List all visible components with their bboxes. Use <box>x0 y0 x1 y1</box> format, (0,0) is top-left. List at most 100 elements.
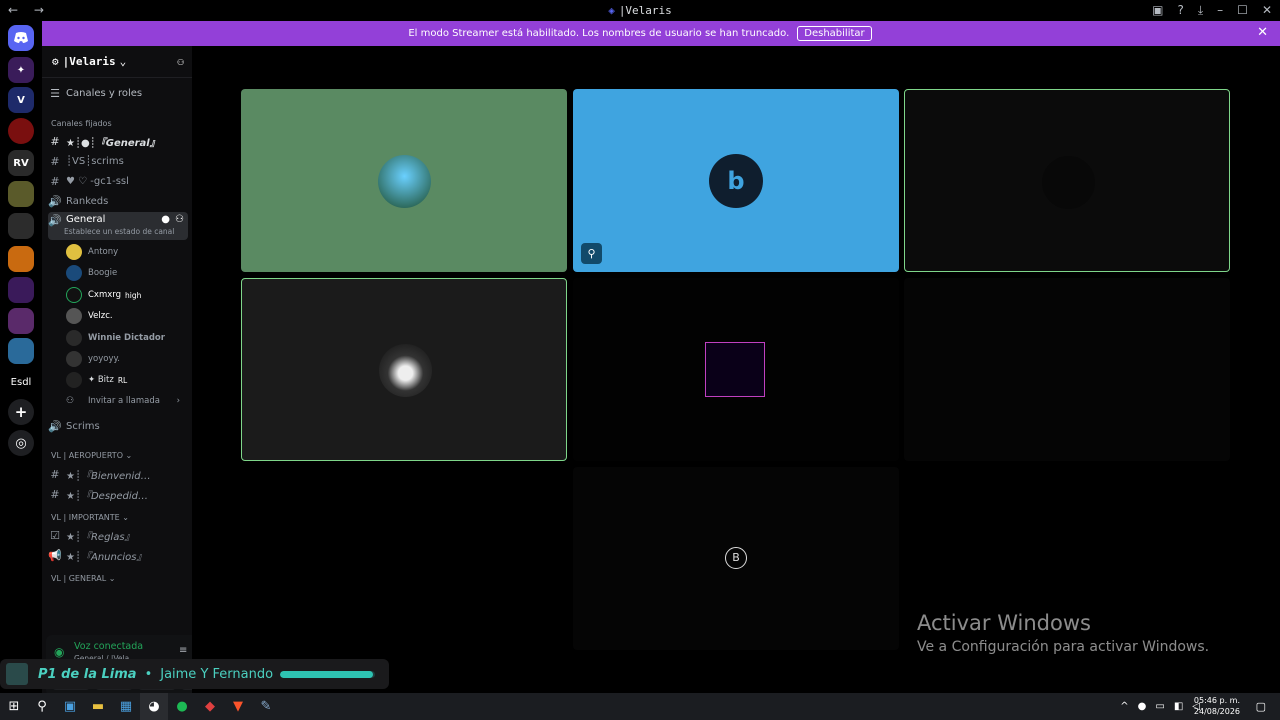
server-icon[interactable] <box>8 118 34 144</box>
channel-scrims-voice[interactable]: 🔊 Scrims <box>48 417 188 435</box>
voice-user[interactable]: yoyoyy. <box>66 350 184 368</box>
battery-icon[interactable]: ▭ <box>1155 701 1164 712</box>
server-icon[interactable] <box>8 181 34 207</box>
pinned-channels-header: Canales fijados <box>51 119 112 128</box>
category-general[interactable]: VL | GENERAL ⌄ <box>51 574 115 583</box>
user-name: Velzc. <box>88 311 113 321</box>
notifications-icon[interactable]: ▢ <box>1256 700 1266 713</box>
server-icon[interactable] <box>8 277 34 303</box>
participant-tile[interactable] <box>241 89 567 272</box>
participant-tile[interactable] <box>904 278 1230 461</box>
discord-home-icon[interactable] <box>8 25 34 51</box>
voice-user[interactable]: Velzc. <box>66 307 184 325</box>
avatar <box>1042 156 1095 209</box>
stream-icon[interactable]: ⚲ <box>581 243 602 264</box>
user-name: yoyoyy. <box>88 354 121 364</box>
taskbar-app-icon[interactable]: ▣ <box>56 693 84 720</box>
song-title: P1 de la Lima <box>38 666 137 682</box>
voice-user[interactable]: Antony <box>66 243 184 261</box>
server-header[interactable]: ⚙ |Velaris ⌄ ⚇ <box>42 46 192 78</box>
server-icon[interactable] <box>8 213 34 239</box>
inbox-icon[interactable]: ▣ <box>1152 3 1163 18</box>
channel-scrims[interactable]: # ┊VS┊scrims <box>48 152 188 170</box>
server-icon[interactable] <box>8 338 34 364</box>
channel-name: ┊VS┊scrims <box>66 155 124 167</box>
voice-user[interactable]: Boogie <box>66 264 184 282</box>
maximize-button[interactable]: ☐ <box>1237 3 1248 18</box>
taskbar-app-icon[interactable]: ◆ <box>196 693 224 720</box>
window-controls: ▣ ? ⤓ – ☐ ✕ <box>1152 3 1272 18</box>
add-server-icon[interactable]: + <box>8 399 34 425</box>
minimize-button[interactable]: – <box>1217 3 1223 18</box>
chevron-up-icon[interactable]: ^ <box>1120 701 1128 712</box>
channel-status[interactable]: Establece un estado de canal <box>64 227 174 236</box>
channel-gc1-ssl[interactable]: # ♥ ♡ -gc1-ssl <box>48 172 188 190</box>
avatar <box>705 342 765 397</box>
nav-arrows[interactable]: ← → <box>8 3 50 17</box>
add-user-icon[interactable]: ⚇ <box>175 214 184 225</box>
brave-icon[interactable]: ▼ <box>224 693 252 720</box>
category-aeropuerto[interactable]: VL | AEROPUERTO ⌄ <box>51 451 132 460</box>
channel-name: ♥ ♡ -gc1-ssl <box>66 175 129 187</box>
song-artist: Jaime Y Fernando <box>160 666 274 682</box>
now-playing-overlay[interactable]: P1 de la Lima • Jaime Y Fernando <box>0 659 389 689</box>
banner-close-icon[interactable]: ✕ <box>1257 25 1268 40</box>
server-icon[interactable]: RV <box>8 150 34 176</box>
voice-user[interactable]: Winnie Dictador <box>66 329 184 347</box>
channel-bienvenida[interactable]: # ★┊『Bienvenid… <box>48 465 188 483</box>
close-button[interactable]: ✕ <box>1262 3 1272 18</box>
voice-user[interactable]: Cxmxrg high <box>66 286 184 304</box>
user-name: Cxmxrg <box>88 290 122 300</box>
search-icon[interactable]: ⚲ <box>28 693 56 720</box>
add-member-icon[interactable]: ⚇ <box>177 55 184 68</box>
participant-tile[interactable] <box>241 278 567 461</box>
channels-roles-link[interactable]: ☰ Canales y roles <box>48 84 188 102</box>
start-button[interactable]: ⊞ <box>0 693 28 720</box>
invite-to-call[interactable]: ⚇ Invitar a llamada › <box>66 392 184 410</box>
windows-taskbar: ⊞ ⚲ ▣ ▬ ▦ ◕ ● ◆ ▼ ✎ ^ ● ▭ ◧ ◁ 05:46 p. m… <box>0 693 1280 720</box>
discord-taskbar-icon[interactable]: ◕ <box>140 693 168 720</box>
channel-general-text[interactable]: # ★┊●┊『General』 <box>48 132 188 150</box>
download-icon[interactable]: ⤓ <box>1198 3 1203 18</box>
participant-tile-speaking[interactable]: b ⚲ <box>573 89 899 272</box>
server-emoji-icon: ◈ <box>608 4 615 17</box>
user-name: Antony <box>88 247 119 257</box>
help-icon[interactable]: ? <box>1177 3 1183 18</box>
clock[interactable]: 05:46 p. m. 24/08/2026 <box>1194 695 1240 717</box>
server-icon[interactable] <box>8 308 34 334</box>
avatar <box>379 344 432 397</box>
invite-label: Invitar a llamada <box>88 396 160 406</box>
store-icon[interactable]: ▦ <box>112 693 140 720</box>
channel-rankeds[interactable]: 🔊 Rankeds <box>48 192 188 210</box>
window-title-text: |Velaris <box>618 4 672 17</box>
participant-tile[interactable] <box>904 89 1230 272</box>
server-icon-esdl[interactable]: Esdl <box>8 369 34 395</box>
voice-user[interactable]: ✦ Bitz RL <box>66 371 184 389</box>
file-explorer-icon[interactable]: ▬ <box>84 693 112 720</box>
progress-track <box>280 671 375 678</box>
channel-reglas[interactable]: ☑ ★┊『Reglas』 <box>48 526 188 544</box>
channel-despedida[interactable]: # ★┊『Despedid… <box>48 485 188 503</box>
notepad-icon[interactable]: ✎ <box>252 693 280 720</box>
server-icon[interactable] <box>8 246 34 272</box>
user-badge: high <box>125 290 142 300</box>
network-icon[interactable]: ◧ <box>1174 701 1183 712</box>
disable-streamer-button[interactable]: Deshabilitar <box>797 26 872 41</box>
chat-icon[interactable]: ● <box>161 214 170 225</box>
spotify-icon[interactable]: ● <box>168 693 196 720</box>
signal-icon: ◉ <box>54 645 65 659</box>
server-icon-velaris[interactable]: V <box>8 87 34 113</box>
channel-anuncios[interactable]: 📢 ★┊『Anuncios』 <box>48 546 188 564</box>
server-icon[interactable]: ✦ <box>8 57 34 83</box>
discover-icon[interactable]: ◎ <box>8 430 34 456</box>
microphone-icon[interactable]: ● <box>1138 701 1147 712</box>
hashtag-icon: # <box>50 467 60 481</box>
participant-tile[interactable] <box>573 278 899 461</box>
soundboard-icon[interactable]: ≡ <box>179 645 187 656</box>
avatar <box>66 287 82 303</box>
server-rail: ✦ V RV Esdl + ◎ <box>0 21 42 693</box>
channel-general-voice[interactable]: 🔊 General ● ⚇ Establece un estado de can… <box>48 212 188 240</box>
album-art <box>6 663 28 685</box>
participant-tile[interactable]: B <box>573 467 899 650</box>
category-importante[interactable]: VL | IMPORTANTE ⌄ <box>51 513 129 522</box>
